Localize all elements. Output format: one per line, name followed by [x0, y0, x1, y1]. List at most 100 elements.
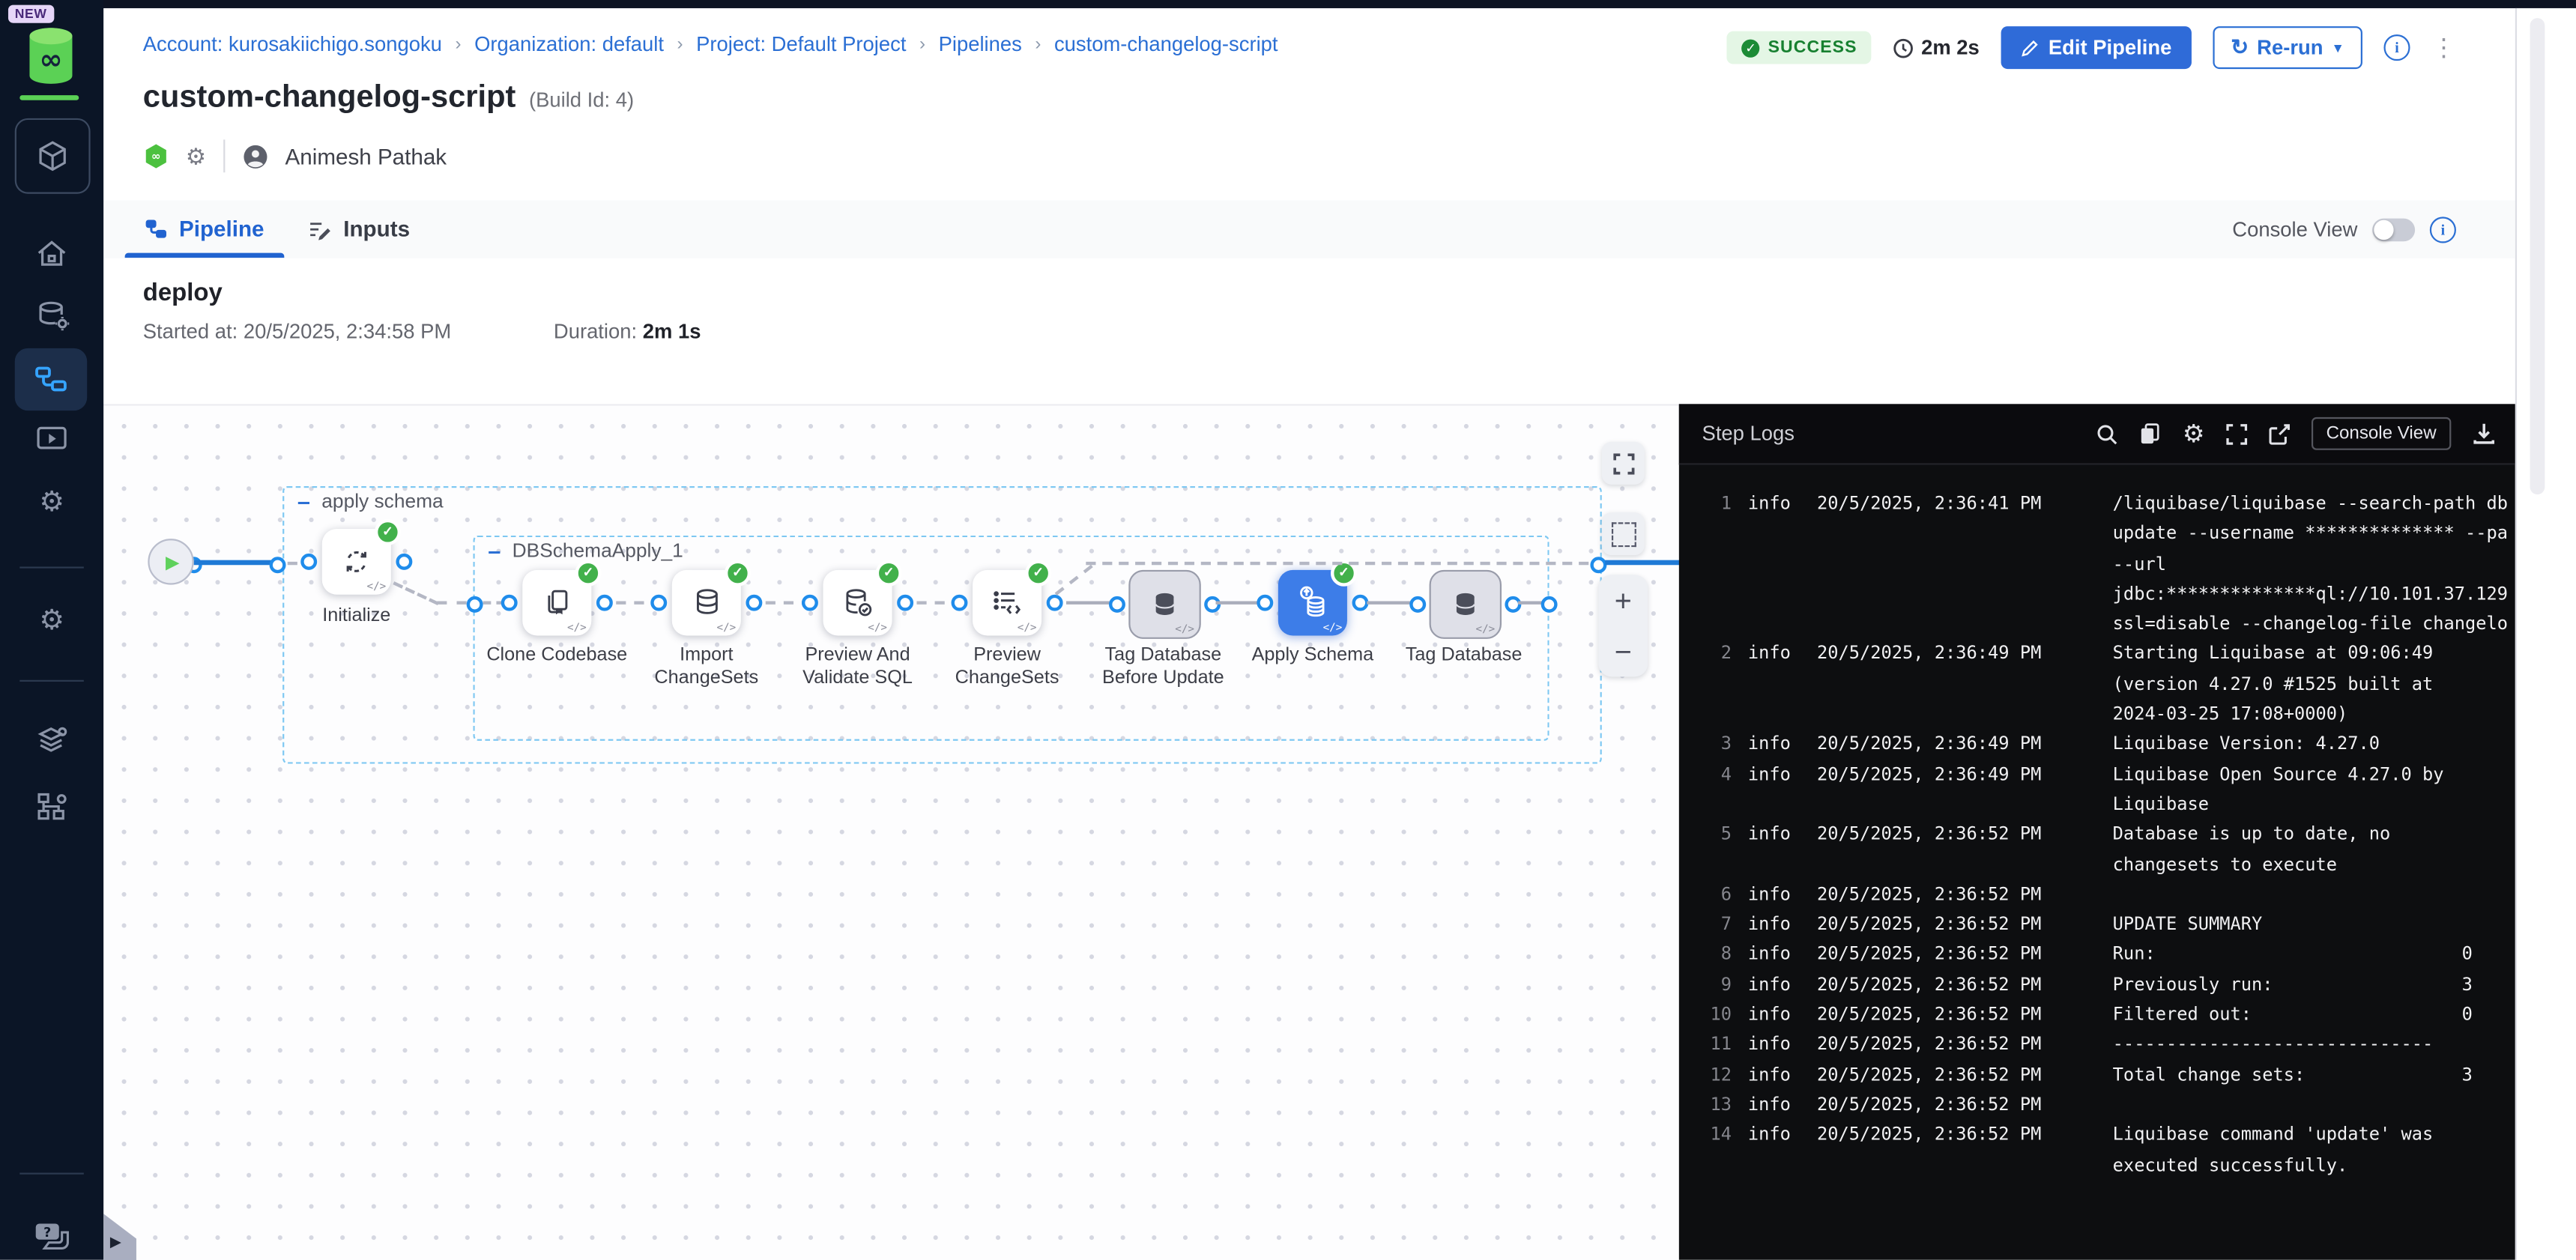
- tab-pipeline[interactable]: Pipeline: [145, 200, 264, 258]
- group-label[interactable]: –apply schema: [297, 489, 444, 512]
- pencil-icon: [2021, 39, 2039, 57]
- database-filled-icon: [1449, 588, 1482, 621]
- more-options-icon[interactable]: ⋮: [2431, 35, 2456, 60]
- settings-gear-icon[interactable]: ⚙: [0, 606, 103, 634]
- pipeline-meta-row: ∞ ⚙ Animesh Pathak: [143, 139, 447, 172]
- search-icon[interactable]: [2097, 423, 2119, 445]
- gear-icon[interactable]: ⚙: [186, 142, 207, 170]
- rerun-button[interactable]: ↻ Re-run ▼: [2213, 26, 2362, 69]
- database-gear-icon[interactable]: [0, 297, 103, 333]
- connector-ring: [300, 554, 317, 570]
- title-row: custom-changelog-script (Build Id: 4): [143, 80, 634, 116]
- code-chip: </>: [567, 621, 587, 634]
- orchestration-gear-icon[interactable]: [0, 788, 103, 824]
- user-name: Animesh Pathak: [285, 144, 447, 169]
- stage-name: deploy: [143, 279, 223, 307]
- node-label: Initialize: [278, 606, 435, 629]
- code-chip: </>: [717, 621, 737, 634]
- tab-inputs[interactable]: Inputs: [307, 200, 410, 258]
- console-view-toggle[interactable]: [2372, 218, 2415, 241]
- breadcrumb-separator: ›: [677, 34, 683, 54]
- chevron-down-icon: ▼: [2331, 40, 2344, 55]
- page-header: Account: kurosakiichigo.songoku › Organiz…: [103, 8, 2515, 202]
- sidebar: NEW ∞: [0, 0, 103, 1260]
- stage-summary: deploy Started at: 20/5/2025, 2:34:58 PM…: [103, 258, 2515, 404]
- fullscreen-icon[interactable]: [2226, 423, 2248, 445]
- breadcrumb-separator: ›: [455, 34, 461, 54]
- start-node[interactable]: ▶: [148, 539, 193, 584]
- log-toolbar: ⚙ Console View: [2097, 404, 2496, 463]
- inputs-icon: [307, 218, 332, 241]
- step-node-initialize[interactable]: ✓ </>: [322, 529, 391, 595]
- zoom-out-button[interactable]: −: [1615, 637, 1632, 666]
- log-body[interactable]: 1info20/5/2025, 2:36:41 PM/liquibase/liq…: [1679, 463, 2515, 1260]
- layers-gear-icon[interactable]: [0, 723, 103, 759]
- breadcrumb-project[interactable]: Project: Default Project: [696, 33, 906, 56]
- window-top-strip: [0, 0, 2576, 8]
- step-node-apply-schema-selected[interactable]: ✓ </>: [1278, 570, 1347, 636]
- info-icon[interactable]: i: [2430, 216, 2456, 242]
- help-chat-icon[interactable]: ?: [0, 1219, 103, 1253]
- harness-db-logo[interactable]: ∞: [23, 25, 79, 87]
- expand-panel-handle[interactable]: ▶: [103, 1208, 136, 1260]
- code-chip: </>: [1018, 621, 1037, 634]
- step-node-clone-codebase[interactable]: ✓ </>: [522, 570, 591, 636]
- sync-icon: [339, 544, 375, 580]
- connector-ring: [897, 595, 913, 611]
- step-node-preview-validate-sql[interactable]: ✓ </>: [823, 570, 892, 636]
- active-module-indicator: [19, 95, 79, 100]
- breadcrumb-pipelines[interactable]: Pipelines: [939, 33, 1022, 56]
- step-node-import-changesets[interactable]: ✓ </>: [672, 570, 741, 636]
- list-code-icon: [989, 585, 1025, 621]
- log-row: 11info20/5/2025, 2:36:52 PM-------------…: [1679, 1031, 2515, 1061]
- total-duration: 2m 2s: [1893, 36, 1980, 59]
- step-node-tag-database-before-update[interactable]: </>: [1128, 570, 1200, 639]
- node-label: Import ChangeSets: [628, 646, 785, 690]
- group-label[interactable]: –DBSchemaApply_1: [488, 539, 683, 562]
- connector-ring: [501, 595, 518, 611]
- success-check-icon: ✓: [375, 519, 401, 545]
- node-label: Clone Codebase: [478, 646, 635, 668]
- sidebar-divider: [19, 680, 84, 682]
- divider: [223, 139, 224, 172]
- edge-active: [1605, 560, 1681, 566]
- step-node-preview-changesets[interactable]: ✓ </>: [973, 570, 1041, 636]
- node-label: Apply Schema: [1234, 646, 1391, 668]
- copy-icon[interactable]: [2140, 422, 2162, 445]
- new-badge: NEW: [8, 5, 53, 23]
- download-icon[interactable]: [2473, 422, 2496, 445]
- scrollbar-thumb[interactable]: [2530, 18, 2545, 494]
- sidebar-item-pipelines-active[interactable]: [15, 348, 87, 411]
- home-icon[interactable]: [0, 237, 103, 271]
- console-view-control: Console View i: [2232, 200, 2456, 258]
- edit-pipeline-button[interactable]: Edit Pipeline: [2001, 26, 2191, 69]
- header-actions: ✓ SUCCESS 2m 2s Edit Pipeline ↻ Re-run ▼…: [1727, 26, 2456, 69]
- module-cube-icon[interactable]: [15, 118, 91, 194]
- collapse-icon[interactable]: –: [488, 542, 501, 559]
- connector-ring: [1047, 595, 1063, 611]
- zoom-in-button[interactable]: +: [1615, 586, 1632, 615]
- code-chip: </>: [366, 580, 386, 593]
- executions-icon[interactable]: [0, 424, 103, 455]
- breadcrumb-current[interactable]: custom-changelog-script: [1054, 33, 1278, 56]
- connector-ring: [596, 595, 613, 611]
- connector-ring: [1541, 596, 1558, 613]
- breadcrumb-account[interactable]: Account: kurosakiichigo.songoku: [143, 33, 442, 56]
- gear-icon[interactable]: ⚙: [0, 488, 103, 515]
- console-view-button[interactable]: Console View: [2312, 417, 2452, 450]
- step-node-tag-database[interactable]: </>: [1430, 570, 1502, 639]
- group-dbschemaapply: [473, 536, 1549, 741]
- status-badge: ✓ SUCCESS: [1727, 31, 1872, 64]
- collapse-icon[interactable]: –: [297, 493, 310, 509]
- page-scrollbar[interactable]: [2515, 8, 2576, 1260]
- canvas-fullscreen-button[interactable]: [1602, 442, 1645, 485]
- code-chip: </>: [1476, 623, 1496, 636]
- info-icon[interactable]: i: [2383, 34, 2410, 61]
- step-logs-header: Step Logs ⚙ Console View: [1679, 404, 2515, 464]
- external-link-icon[interactable]: [2269, 423, 2291, 445]
- edge-active: [194, 560, 271, 566]
- gear-icon[interactable]: ⚙: [2183, 420, 2204, 447]
- canvas-marquee-button[interactable]: [1602, 512, 1645, 555]
- connector-ring: [650, 595, 667, 611]
- breadcrumb-organization[interactable]: Organization: default: [474, 33, 664, 56]
